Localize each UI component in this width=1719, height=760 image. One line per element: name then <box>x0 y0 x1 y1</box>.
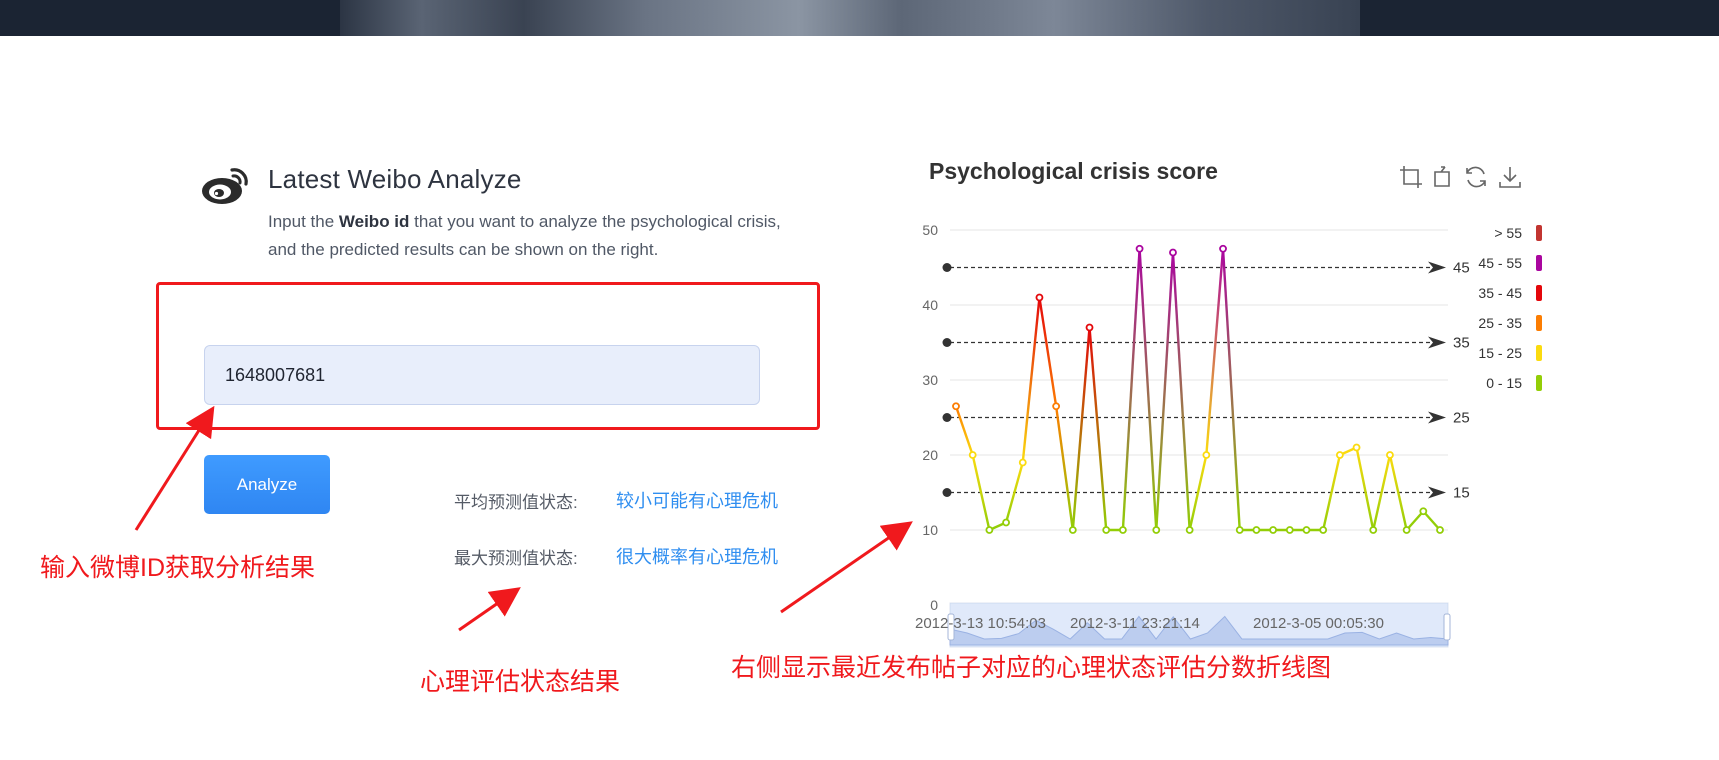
y-tick-label: 0 <box>930 597 938 613</box>
visualmap-label: 0 - 15 <box>1486 375 1522 391</box>
markline-label: 15 <box>1453 485 1470 502</box>
data-point <box>1352 443 1361 452</box>
data-point <box>1386 451 1394 459</box>
data-point <box>1269 526 1278 534</box>
y-tick-label: 50 <box>922 222 938 238</box>
series-line-segment <box>1221 248 1241 531</box>
data-point <box>1068 526 1077 534</box>
markline-label: 45 <box>1453 260 1470 277</box>
y-tick-label: 30 <box>922 372 938 388</box>
data-point <box>1185 526 1194 534</box>
y-tick-label: 40 <box>922 297 938 313</box>
data-point <box>1252 526 1261 534</box>
data-point <box>1369 526 1378 534</box>
series-line-segment <box>954 405 974 456</box>
crisis-score-chart: 0 10 20 30 40 50 45 35 25 15 > 55 45 - 55 35 - 45 25 … <box>915 222 1542 648</box>
y-tick-label: 10 <box>922 522 938 538</box>
series-line-segment <box>1155 252 1175 531</box>
data-point <box>1085 323 1094 332</box>
datazoom-handle-right <box>1443 613 1451 641</box>
data-point <box>1052 402 1061 411</box>
data-point <box>1302 526 1311 534</box>
markline-label: 25 <box>1453 410 1470 427</box>
data-point <box>1035 293 1044 302</box>
visualmap-swatch <box>1536 285 1542 301</box>
data-point <box>1102 526 1111 534</box>
visualmap-label: 45 - 55 <box>1478 255 1522 271</box>
markline-arrow <box>1428 411 1446 424</box>
markline-arrow <box>1428 336 1446 349</box>
data-point <box>1335 451 1344 459</box>
data-point <box>1169 248 1177 257</box>
x-axis-label: 2012-3-05 00:05:30 <box>1253 615 1384 632</box>
series-line-segment <box>1205 248 1225 456</box>
visualmap-swatch <box>1536 315 1542 331</box>
data-point <box>1018 458 1027 467</box>
data-point <box>1002 518 1010 527</box>
series-line-segment <box>1088 327 1108 531</box>
visualmap-label: > 55 <box>1494 225 1522 241</box>
x-axis-label: 2012-3-13 10:54:03 <box>915 615 1046 632</box>
data-point <box>1235 526 1244 534</box>
data-point <box>1152 526 1161 534</box>
visualmap-swatch <box>1536 255 1542 271</box>
data-point <box>1202 451 1211 459</box>
markline-arrow <box>1428 486 1446 499</box>
data-point <box>1319 526 1328 534</box>
data-point <box>968 451 977 459</box>
series-line-segment <box>1171 252 1191 531</box>
x-axis-label: 2012-3-11 23:21:14 <box>1070 615 1200 632</box>
series-line-segment <box>1071 327 1091 531</box>
visualmap-swatch <box>1536 345 1542 361</box>
markline-arrow <box>1428 261 1446 274</box>
series-line-segment <box>1138 248 1158 531</box>
data-point <box>1419 507 1428 516</box>
visualmap-swatch <box>1536 375 1542 391</box>
series-line-segment <box>1355 447 1375 531</box>
data-point <box>1118 526 1127 534</box>
markline-label: 35 <box>1453 335 1470 352</box>
series-line-segment <box>1054 406 1075 531</box>
series-line-segment <box>1121 248 1141 531</box>
visualmap-label: 35 - 45 <box>1478 285 1522 301</box>
data-point <box>985 526 994 534</box>
visualmap-swatch <box>1536 225 1542 241</box>
data-point <box>1219 244 1227 253</box>
data-point <box>1402 526 1411 534</box>
data-point <box>952 402 960 411</box>
data-point <box>1285 526 1294 534</box>
visualmap-label: 25 - 35 <box>1478 315 1522 331</box>
series-line-segment <box>1038 297 1058 407</box>
data-point <box>1436 526 1444 534</box>
visualmap-label: 15 - 25 <box>1478 345 1522 361</box>
y-tick-label: 20 <box>922 447 938 463</box>
data-point <box>1135 244 1144 253</box>
